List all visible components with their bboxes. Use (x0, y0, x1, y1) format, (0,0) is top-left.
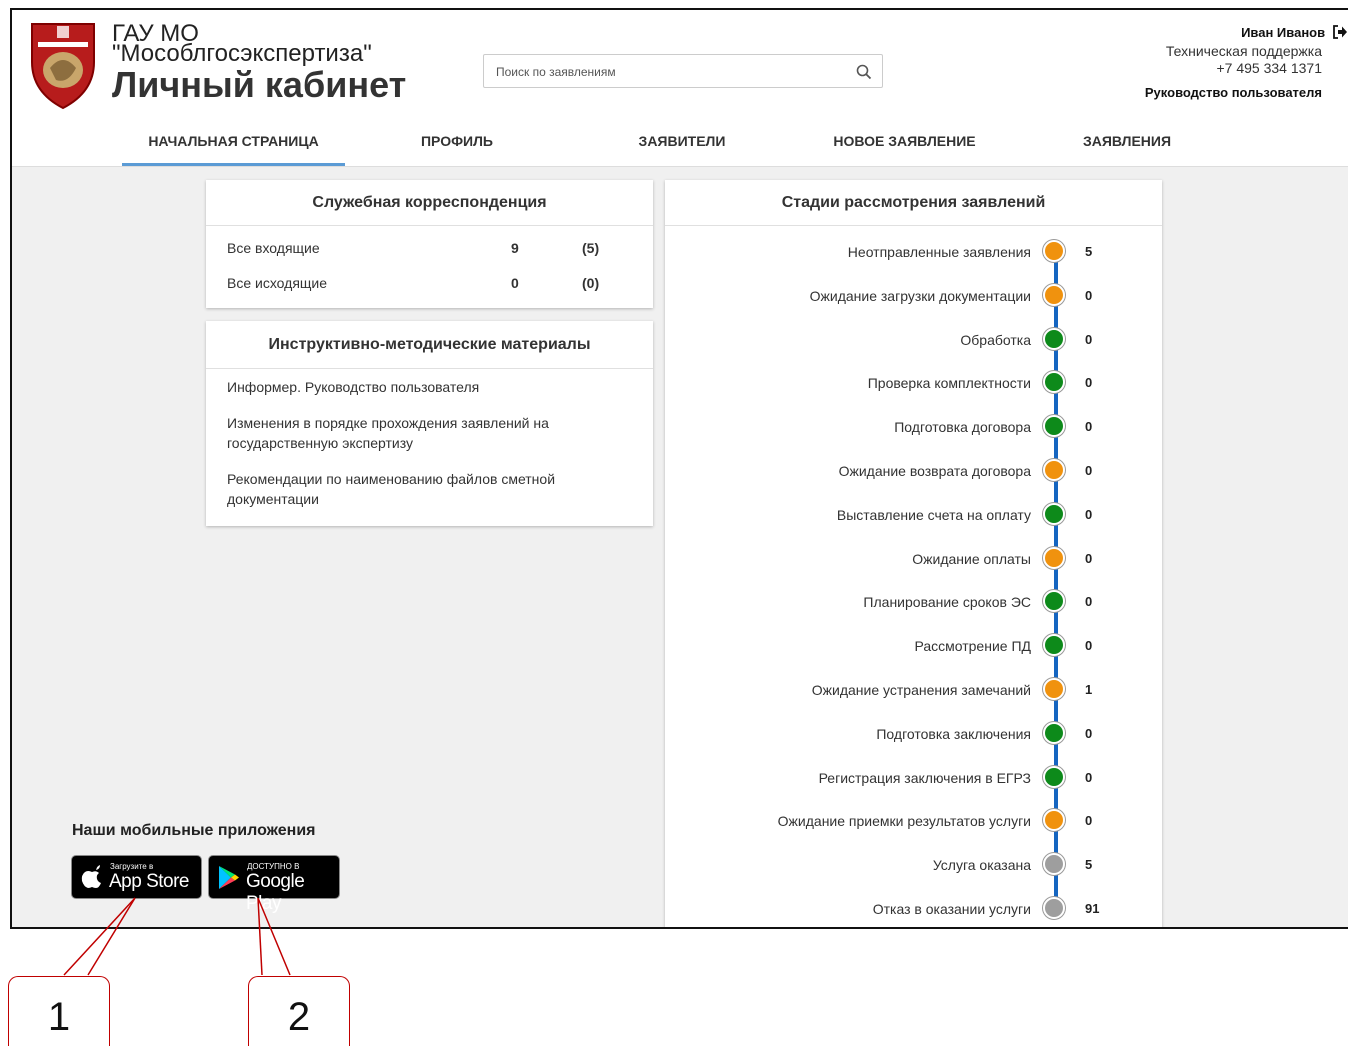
callout-arrows (63, 897, 291, 976)
callout-1: 1 (8, 976, 110, 1046)
callout-2: 2 (248, 976, 350, 1046)
